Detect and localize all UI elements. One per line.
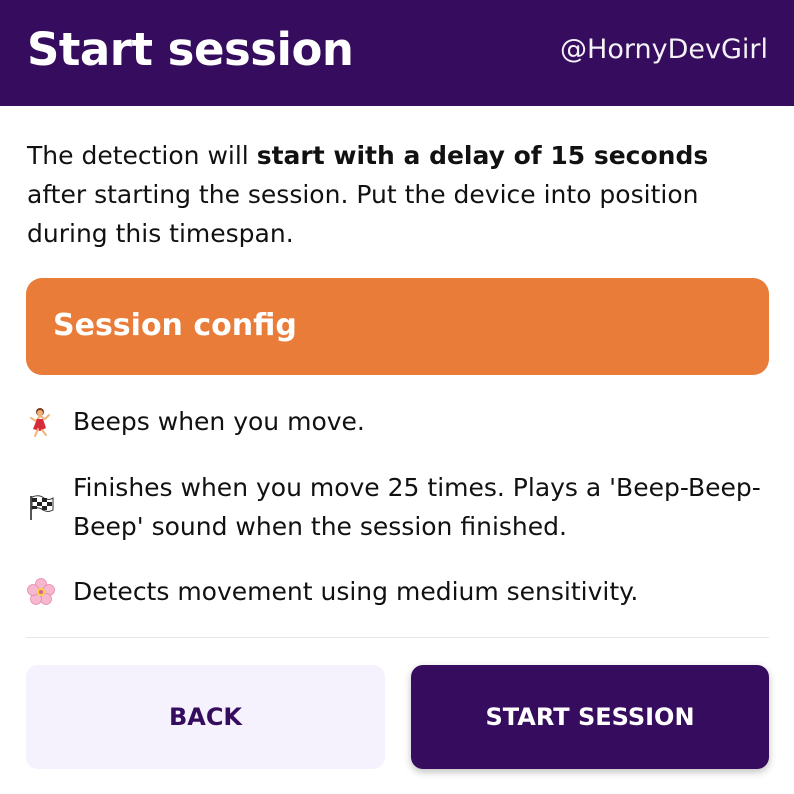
divider <box>26 637 769 638</box>
checkered-flag-icon <box>27 493 73 521</box>
feature-text: Finishes when you move 25 times. Plays a… <box>73 473 761 541</box>
feature-item-beeps: Beeps when you move. <box>27 402 767 441</box>
feature-text: Detects movement using medium sensitivit… <box>73 577 639 606</box>
intro-text-before: The detection will <box>27 141 257 170</box>
feature-item-finish: Finishes when you move 25 times. Plays a… <box>27 468 767 546</box>
intro-text-emphasis: start with a delay of 15 seconds <box>256 141 709 170</box>
start-session-button[interactable]: START SESSION <box>411 665 769 769</box>
session-config-card: Session config <box>26 278 769 375</box>
session-config-title: Session config <box>53 308 297 343</box>
intro-text-after: after starting the session. Put the devi… <box>27 180 699 248</box>
feature-text: Beeps when you move. <box>73 407 365 436</box>
author-handle: @HornyDevGirl <box>560 33 768 65</box>
app-header: Start session @HornyDevGirl <box>0 0 794 106</box>
dancer-icon <box>27 407 73 437</box>
feature-item-sensitivity: Detects movement using medium sensitivit… <box>27 572 767 611</box>
page-title: Start session <box>27 22 354 76</box>
back-button[interactable]: BACK <box>26 665 385 769</box>
cherry-blossom-icon <box>27 577 73 606</box>
intro-text: The detection will start with a delay of… <box>27 136 772 253</box>
